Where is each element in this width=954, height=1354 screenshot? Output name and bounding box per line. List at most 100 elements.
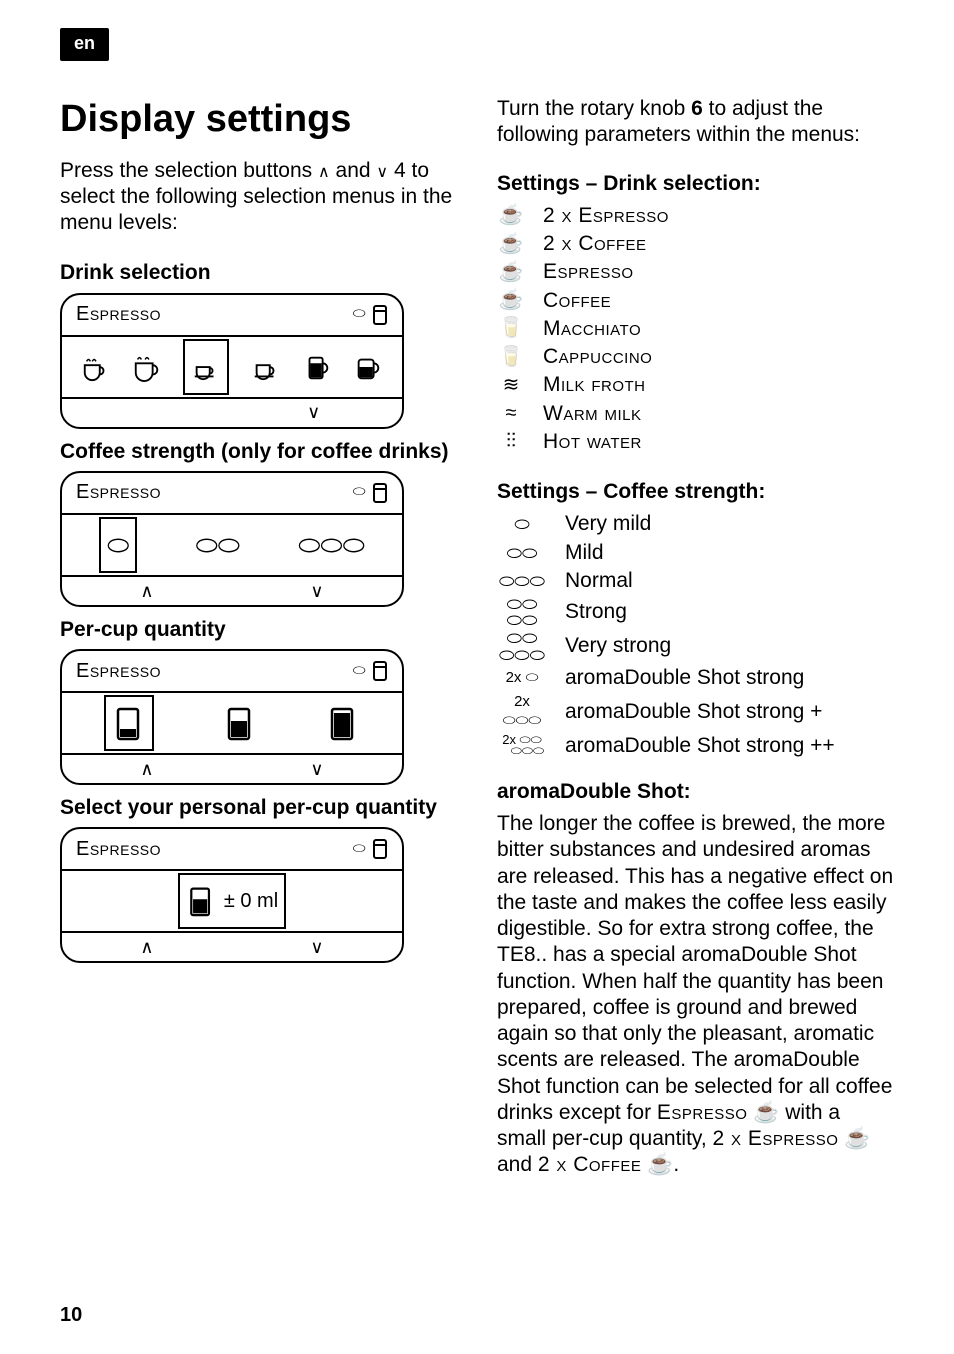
section-drink-label: Drink selection bbox=[60, 260, 457, 286]
display-title: Espresso bbox=[76, 302, 161, 327]
bean-1-icon: ⬭ bbox=[497, 516, 547, 532]
bean-icon: ⬭ bbox=[353, 840, 366, 859]
aroma-f: 2 x Coffee bbox=[538, 1153, 642, 1176]
strength-list: ⬭Very mild ⬭⬭Mild ⬭⬭⬭Normal ⬭⬭⬭⬭Strong ⬭… bbox=[497, 511, 894, 759]
cup-2esp-icon bbox=[81, 352, 111, 382]
display-strength: Espresso ⬭ ⬭ ⬭⬭ ⬭⬭⬭ ∧ ∨ bbox=[60, 471, 404, 607]
display-drink: Espresso ⬭ ∨ bbox=[60, 293, 404, 429]
cup-cof-icon: ☕ bbox=[497, 288, 525, 313]
strength-label: Very mild bbox=[565, 511, 651, 537]
settings-strength-header: Settings – Coffee strength: bbox=[497, 479, 894, 505]
cup-2cof-icon: ☕ bbox=[497, 232, 525, 257]
display-title-2: Espresso bbox=[76, 480, 161, 505]
down-arrow-icon: ∨ bbox=[307, 401, 320, 424]
up-caret: ∧ bbox=[318, 164, 330, 181]
aroma-block: aromaDouble Shot: The longer the coffee … bbox=[497, 779, 894, 1179]
glass-capp-icon bbox=[353, 352, 383, 382]
display-topright-icons: ⬭ bbox=[353, 304, 390, 326]
cup-esp-icon: ☕ bbox=[497, 260, 525, 285]
selected-personal-box: ± 0 ml bbox=[178, 873, 286, 929]
aroma-1-icon: 2x ⬭ bbox=[497, 669, 547, 688]
right-intro: Turn the rotary knob 6 to adjust the fol… bbox=[497, 96, 894, 149]
bean-2-icon: ⬭⬭ bbox=[196, 529, 240, 562]
strength-label: Very strong bbox=[565, 633, 671, 659]
up-arrow-icon: ∧ bbox=[140, 758, 153, 781]
aroma-3-icon: 2x ⬭⬭ ⬭⬭⬭ bbox=[497, 735, 547, 756]
intro-b: and bbox=[330, 159, 377, 182]
bean-5-icon: ⬭⬭⬭⬭⬭ bbox=[497, 630, 547, 662]
down-caret: ∨ bbox=[376, 164, 388, 181]
cup-2cof-icon bbox=[132, 352, 162, 382]
settings-drink-header: Settings – Drink selection: bbox=[497, 171, 894, 197]
aroma-2-icon: 2x ⬭⬭⬭ bbox=[497, 693, 547, 731]
glass-icon bbox=[372, 660, 390, 682]
strength-label: Normal bbox=[565, 568, 633, 594]
display-personal: Espresso ⬭ ± 0 ml ∧ ∨ bbox=[60, 827, 404, 963]
aroma-a: The longer the coffee is brewed, the mor… bbox=[497, 812, 893, 1124]
page-number: 10 bbox=[60, 1303, 82, 1328]
drink-label: Milk froth bbox=[543, 372, 646, 398]
bean-icon: ⬭ bbox=[353, 662, 366, 681]
selected-percup-box bbox=[104, 695, 154, 751]
drink-label: Macchiato bbox=[543, 316, 641, 342]
cup-large-icon bbox=[326, 703, 360, 743]
glass-macch-icon: 🥛 bbox=[497, 316, 525, 341]
display-title-4: Espresso bbox=[76, 837, 161, 862]
drink-list: ☕2 x Espresso ☕2 x Coffee ☕Espresso ☕Cof… bbox=[497, 203, 894, 455]
section-percup-label: Per-cup quantity bbox=[60, 617, 457, 643]
down-arrow-icon: ∨ bbox=[310, 580, 323, 603]
glass-icon bbox=[372, 838, 390, 860]
strength-label: Mild bbox=[565, 540, 604, 566]
warm-milk-icon: ≈ bbox=[497, 401, 525, 426]
up-arrow-icon: ∧ bbox=[140, 580, 153, 603]
cup-cof-icon bbox=[251, 352, 281, 382]
glass-icon bbox=[372, 304, 390, 326]
aroma-body: The longer the coffee is brewed, the mor… bbox=[497, 811, 894, 1179]
display-topright-icons-4: ⬭ bbox=[353, 838, 390, 860]
drink-label: Warm milk bbox=[543, 401, 642, 427]
strength-label: aromaDouble Shot strong ++ bbox=[565, 733, 835, 759]
aroma-g: ☕. bbox=[641, 1153, 679, 1176]
cup-med-icon bbox=[186, 883, 216, 919]
bean-3-icon: ⬭⬭⬭ bbox=[298, 529, 365, 562]
glass-icon bbox=[372, 482, 390, 504]
milk-froth-icon: ≋ bbox=[497, 373, 525, 398]
left-column: Display settings Press the selection but… bbox=[60, 96, 457, 1179]
aroma-d: 2 x Espresso bbox=[713, 1127, 839, 1150]
bean-icon: ⬭ bbox=[353, 483, 366, 502]
ml-label: ± 0 ml bbox=[224, 889, 278, 914]
drink-label: Espresso bbox=[543, 259, 634, 285]
aroma-header: aromaDouble Shot: bbox=[497, 779, 894, 805]
right-column: Turn the rotary knob 6 to adjust the fol… bbox=[497, 96, 894, 1179]
drink-label: Hot water bbox=[543, 429, 642, 455]
down-arrow-icon: ∨ bbox=[310, 758, 323, 781]
intro-a: Press the selection buttons bbox=[60, 159, 318, 182]
cup-esp-icon bbox=[191, 352, 221, 382]
intro-text: Press the selection buttons ∧ and ∨ 4 to… bbox=[60, 158, 457, 237]
section-strength-label: Coffee strength (only for coffee drinks) bbox=[60, 439, 457, 465]
bean-4-icon: ⬭⬭⬭⬭ bbox=[497, 596, 547, 628]
drink-label: 2 x Espresso bbox=[543, 203, 669, 229]
strength-label: aromaDouble Shot strong + bbox=[565, 699, 822, 725]
page-title: Display settings bbox=[60, 96, 457, 144]
bean-3-icon: ⬭⬭⬭ bbox=[497, 573, 547, 589]
bean-2-icon: ⬭⬭ bbox=[497, 545, 547, 561]
cup-med-icon bbox=[223, 703, 257, 743]
up-arrow-icon: ∧ bbox=[140, 936, 153, 959]
strength-label: aromaDouble Shot strong bbox=[565, 665, 804, 691]
section-personal-label: Select your personal per-cup quantity bbox=[60, 795, 457, 821]
down-arrow-icon: ∨ bbox=[310, 936, 323, 959]
glass-capp-icon: 🥛 bbox=[497, 345, 525, 370]
cup-small-icon bbox=[112, 703, 146, 743]
cup-2esp-icon: ☕ bbox=[497, 203, 525, 228]
hot-water-icon: ⫶⫶ bbox=[497, 429, 525, 454]
drink-label: Coffee bbox=[543, 288, 611, 314]
bean-icon: ⬭ bbox=[353, 305, 366, 324]
drink-label: Cappuccino bbox=[543, 344, 652, 370]
selected-drink-box bbox=[183, 339, 229, 395]
aroma-b: Espresso bbox=[657, 1101, 748, 1124]
display-topright-icons-3: ⬭ bbox=[353, 660, 390, 682]
glass-macch-icon bbox=[302, 352, 332, 382]
selected-strength-box: ⬭ bbox=[99, 517, 137, 573]
bean-1-icon: ⬭ bbox=[107, 529, 129, 562]
